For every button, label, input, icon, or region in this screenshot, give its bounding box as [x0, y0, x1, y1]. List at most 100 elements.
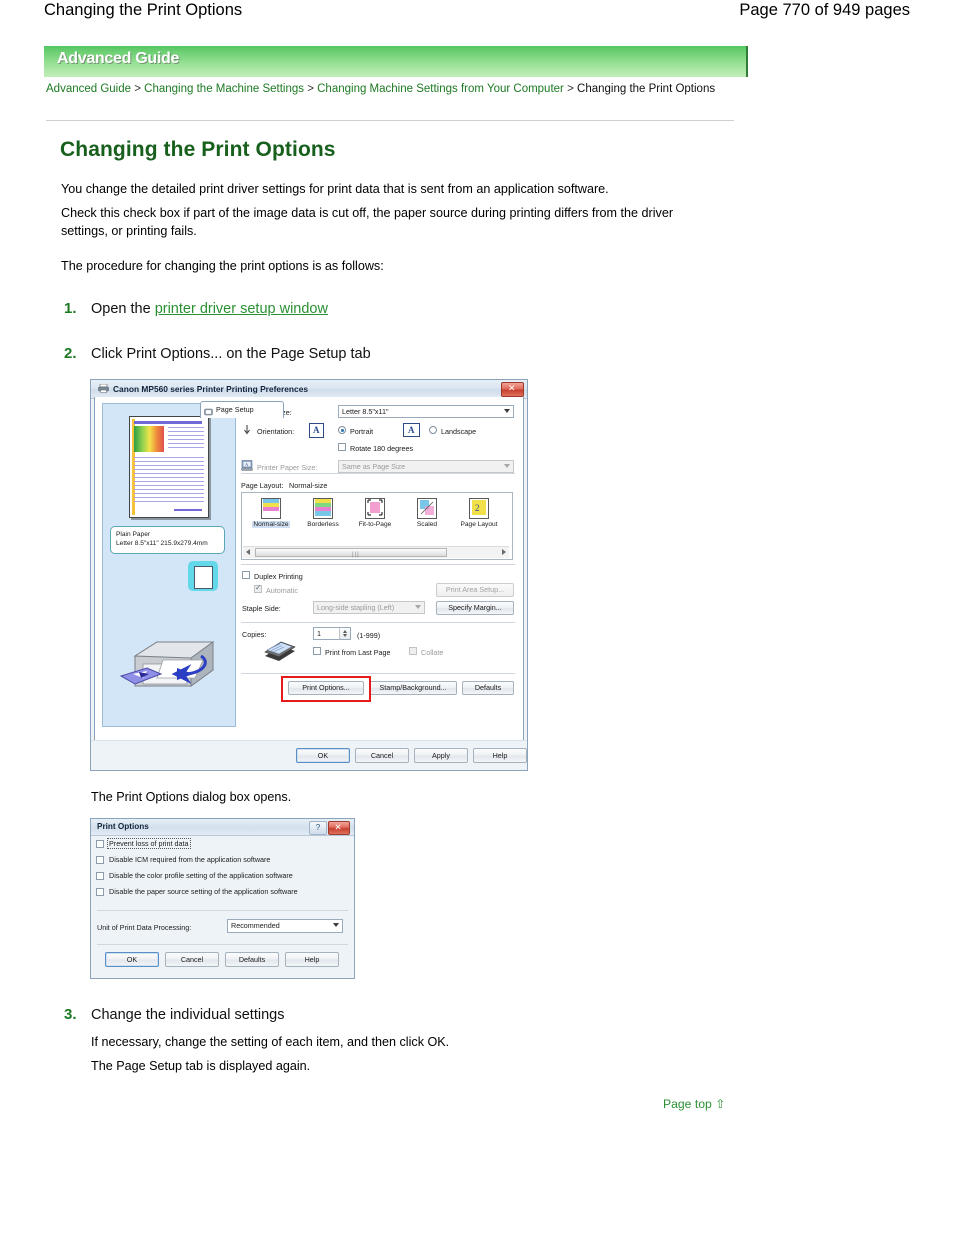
disable-color-profile-option[interactable]: Disable the color profile setting of the… [95, 869, 350, 885]
borderless-icon [313, 498, 333, 519]
step-3-number: 3. [64, 1006, 77, 1023]
disable-paper-source-option[interactable]: Disable the paper source setting of the … [95, 885, 350, 901]
chevron-down-icon [415, 605, 421, 609]
print-from-last-page-checkbox[interactable] [313, 647, 321, 655]
step-1-text: Open the printer driver setup window [91, 301, 328, 317]
help-icon[interactable]: ? [309, 821, 327, 835]
prevent-loss-label: Prevent loss of print data [107, 838, 191, 849]
rotate-180-checkbox[interactable] [338, 443, 346, 451]
breadcrumb-item-0[interactable]: Advanced Guide [46, 83, 131, 95]
step-3-line-2: The Page Setup tab is displayed again. [91, 1059, 311, 1073]
print-options-dialog-title: Print Options [97, 822, 149, 831]
normal-size-icon [261, 498, 281, 519]
unit-processing-label: Unit of Print Data Processing: [97, 923, 192, 932]
page-top-link[interactable]: Page top ⇧ [663, 1097, 725, 1111]
chevron-down-icon [504, 409, 510, 413]
page-layout-gallery[interactable]: Normal-size Borderless Fit-to-Page Scale… [241, 492, 513, 560]
portrait-label: Portrait [350, 427, 374, 436]
breadcrumb-current: Changing the Print Options [577, 83, 716, 95]
orientation-label: Orientation: [257, 427, 295, 436]
preferences-footer: OK Cancel Apply Help [91, 740, 527, 770]
copies-stepper[interactable]: 1 [313, 627, 351, 640]
print-options-ok-button[interactable]: OK [105, 952, 159, 967]
page-layout-value: Normal-size [289, 481, 328, 490]
page-header: Changing the Print Options Page 770 of 9… [0, 0, 954, 30]
step-1-text-lead: Open the [91, 301, 155, 317]
landscape-radio[interactable] [429, 426, 437, 434]
scaled-icon [417, 498, 437, 519]
preview-footer-bar [174, 509, 202, 511]
breadcrumb-separator-1: > [307, 83, 314, 95]
defaults-button[interactable]: Defaults [462, 681, 514, 695]
dialog-opens-caption: The Print Options dialog box opens. [91, 790, 292, 804]
preferences-cancel-button[interactable]: Cancel [355, 748, 409, 763]
scrollbar-thumb[interactable]: ||| [255, 548, 447, 558]
prevent-loss-checkbox[interactable] [96, 840, 104, 848]
arrow-up-icon: ⇧ [715, 1097, 726, 1111]
layout-item-normal-size[interactable]: Normal-size [246, 498, 296, 528]
disable-icm-checkbox[interactable] [96, 856, 104, 864]
layout-item-borderless-label: Borderless [307, 521, 339, 528]
collate-checkbox [409, 647, 417, 655]
print-options-cancel-button[interactable]: Cancel [165, 952, 219, 967]
copies-stack-icon [261, 640, 297, 668]
preview-media-size: Letter 8.5"x11" 215.9x279.4mm [116, 540, 208, 547]
step-3-text: Change the individual settings [91, 1007, 285, 1023]
layout-item-borderless[interactable]: Borderless [298, 498, 348, 528]
page-size-combo[interactable]: Letter 8.5"x11" [338, 405, 514, 418]
breadcrumb: Advanced Guide > Changing the Machine Se… [46, 82, 736, 97]
print-options-button-row: OK Cancel Defaults Help [95, 952, 350, 972]
breadcrumb-item-1[interactable]: Changing the Machine Settings [144, 83, 304, 95]
disable-icm-option[interactable]: Disable ICM required from the applicatio… [95, 853, 350, 869]
step-2-number: 2. [64, 345, 77, 362]
unit-processing-combo[interactable]: Recommended [227, 919, 343, 933]
print-options-highlight-box [281, 676, 371, 702]
scroll-right-icon[interactable] [502, 549, 506, 555]
landscape-label: Landscape [441, 427, 477, 436]
print-options-help-button[interactable]: Help [285, 952, 339, 967]
breadcrumb-item-2[interactable]: Changing Machine Settings from Your Comp… [317, 83, 564, 95]
layout-item-scaled[interactable]: Scaled [402, 498, 452, 528]
layout-item-fit-to-page[interactable]: Fit-to-Page [350, 498, 400, 528]
advanced-guide-banner-label: Advanced Guide [57, 50, 180, 67]
scrollbar-grip-icon: ||| [352, 552, 360, 558]
preferences-ok-button[interactable]: OK [296, 748, 350, 763]
header-divider [46, 120, 734, 121]
preferences-window-title: Canon MP560 series Printer Printing Pref… [113, 384, 309, 394]
stepper-arrows-icon[interactable] [339, 628, 350, 639]
page-header-title: Changing the Print Options [44, 1, 243, 19]
preview-text-lines-body [134, 457, 204, 507]
fit-to-page-icon [365, 498, 385, 519]
layout-item-page-layout[interactable]: 2 Page Layout [454, 498, 504, 528]
step-3-line-1: If necessary, change the setting of each… [91, 1035, 450, 1049]
tab-page-setup[interactable]: Page Setup [200, 401, 284, 418]
stamp-background-button[interactable]: Stamp/Background... [369, 681, 457, 695]
preferences-help-button[interactable]: Help [473, 748, 527, 763]
preferences-apply-button[interactable]: Apply [414, 748, 468, 763]
printing-preferences-window: Canon MP560 series Printer Printing Pref… [90, 379, 528, 771]
close-icon[interactable] [328, 821, 350, 835]
portrait-radio[interactable] [338, 426, 346, 434]
page-setup-settings-pane: Page Size: Letter 8.5"x11" Orientation: … [241, 403, 517, 734]
scroll-left-icon[interactable] [246, 549, 250, 555]
tab-page-setup-label: Page Setup [216, 405, 254, 414]
print-from-last-page-label: Print from Last Page [325, 648, 391, 657]
print-preview-pane: Plain Paper Letter 8.5"x11" 215.9x279.4m… [102, 403, 236, 727]
prevent-loss-option[interactable]: Prevent loss of print data [95, 837, 350, 853]
preview-top-bar [134, 421, 202, 424]
breadcrumb-separator-2: > [567, 83, 574, 95]
layout-gallery-scrollbar[interactable]: ||| [243, 546, 509, 558]
print-options-defaults-button[interactable]: Defaults [225, 952, 279, 967]
advanced-guide-banner: Advanced Guide [44, 46, 748, 77]
collate-label: Collate [421, 648, 444, 657]
page-top-label: Page top [663, 1097, 712, 1111]
close-icon[interactable] [501, 382, 524, 397]
disable-paper-source-checkbox[interactable] [96, 888, 104, 896]
specify-margin-button[interactable]: Specify Margin... [436, 601, 514, 615]
printer-driver-setup-window-link[interactable]: printer driver setup window [155, 301, 328, 317]
portrait-preview-icon: A [309, 423, 324, 438]
copies-range-label: (1-999) [357, 631, 381, 640]
disable-color-profile-checkbox[interactable] [96, 872, 104, 880]
printer-icon [98, 383, 109, 393]
duplex-printing-checkbox[interactable] [242, 571, 250, 579]
